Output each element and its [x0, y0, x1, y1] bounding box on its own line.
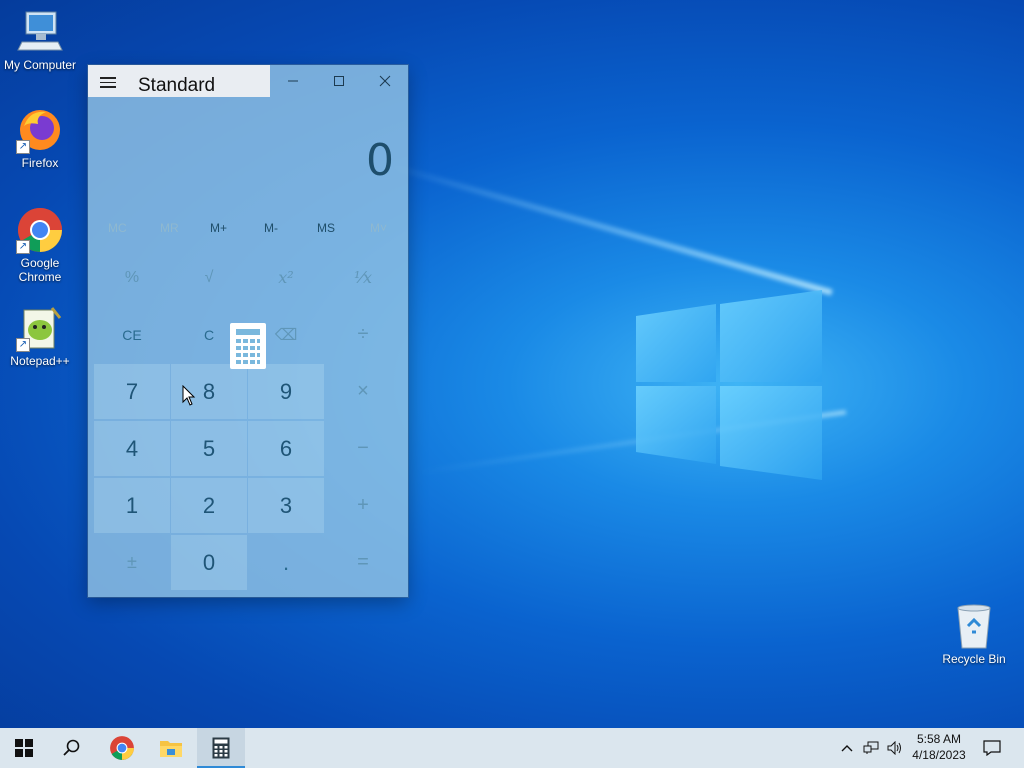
clear-entry-button[interactable]: CE — [94, 307, 170, 362]
memory-store-button[interactable]: MS — [317, 221, 335, 235]
memory-recall-button[interactable]: MR — [160, 221, 179, 235]
calculator-window[interactable]: Standard 0 MC MR M+ M- MS M˅ % √ x² ¹⁄x … — [88, 65, 408, 597]
memory-list-button[interactable]: M˅ — [370, 221, 387, 235]
digit-4-button[interactable]: 4 — [94, 421, 170, 476]
calculator-icon — [212, 737, 230, 759]
equals-button[interactable]: = — [325, 535, 401, 590]
minimize-button[interactable] — [270, 65, 316, 97]
square-root-button[interactable]: √ — [171, 250, 247, 305]
computer-icon — [16, 8, 64, 56]
mouse-cursor-icon — [182, 385, 196, 406]
taskbar-clock[interactable]: 5:58 AM 4/18/2023 — [906, 731, 972, 763]
percent-button[interactable]: % — [94, 250, 170, 305]
calculator-mode-title: Standard — [138, 75, 216, 96]
digit-0-button[interactable]: 0 — [171, 535, 247, 590]
minimize-icon — [288, 80, 298, 82]
desktop-icon-recycle-bin[interactable]: Recycle Bin — [934, 602, 1014, 666]
digit-1-button[interactable]: 1 — [94, 478, 170, 533]
maximize-icon — [334, 76, 344, 86]
notification-icon — [983, 740, 1001, 756]
memory-clear-button[interactable]: MC — [108, 221, 127, 235]
chrome-icon: ↗ — [16, 206, 64, 254]
network-icon — [863, 741, 879, 754]
show-hidden-icons-button[interactable] — [836, 728, 858, 768]
desktop-icon-label: My Computer — [3, 58, 77, 72]
taskbar-file-explorer-button[interactable] — [147, 728, 195, 768]
plus-button[interactable]: + — [325, 478, 401, 533]
taskbar: 5:58 AM 4/18/2023 — [0, 728, 1024, 768]
action-center-button[interactable] — [978, 728, 1006, 768]
reciprocal-button[interactable]: ¹⁄x — [325, 250, 401, 305]
clock-time: 5:58 AM — [916, 732, 962, 746]
negate-button[interactable]: ± — [94, 535, 170, 590]
multiply-button[interactable]: × — [325, 364, 401, 419]
desktop-icon-google-chrome[interactable]: ↗ Google Chrome — [0, 206, 80, 284]
desktop-icon-notepad-plus-plus[interactable]: ↗ Notepad++ — [0, 304, 80, 368]
clock-date: 4/18/2023 — [912, 748, 966, 762]
volume-button[interactable] — [884, 728, 906, 768]
square-button[interactable]: x² — [248, 250, 324, 305]
chevron-up-icon — [841, 745, 853, 752]
calculator-display: 0 — [366, 135, 394, 186]
digit-3-button[interactable]: 3 — [248, 478, 324, 533]
windows-logo-wallpaper — [636, 290, 822, 480]
calculator-splash-icon — [230, 323, 266, 369]
desktop-icon-label: Google Chrome — [18, 256, 62, 284]
search-button[interactable] — [48, 728, 96, 768]
windows-start-icon — [15, 739, 33, 757]
folder-icon — [160, 741, 182, 757]
desktop-icon-my-computer[interactable]: My Computer — [0, 8, 80, 72]
chrome-icon — [110, 736, 134, 760]
digit-7-button[interactable]: 7 — [94, 364, 170, 419]
search-icon — [63, 739, 80, 756]
close-button[interactable] — [362, 65, 408, 97]
digit-6-button[interactable]: 6 — [248, 421, 324, 476]
wallpaper-light-beam — [379, 160, 833, 296]
backspace-icon: ⌫ — [274, 326, 298, 344]
hamburger-menu-icon[interactable] — [100, 77, 116, 88]
firefox-icon: ↗ — [16, 106, 64, 154]
desktop-icon-label: Recycle Bin — [942, 652, 1006, 666]
digit-5-button[interactable]: 5 — [171, 421, 247, 476]
minus-button[interactable]: − — [325, 421, 401, 476]
digit-2-button[interactable]: 2 — [171, 478, 247, 533]
taskbar-chrome-button[interactable] — [98, 728, 146, 768]
speaker-icon — [887, 741, 901, 755]
digit-9-button[interactable]: 9 — [248, 364, 324, 419]
close-icon — [379, 75, 391, 87]
notepadplusplus-icon: ↗ — [16, 304, 64, 352]
maximize-button[interactable] — [316, 65, 362, 97]
divide-button[interactable]: ÷ — [325, 307, 401, 362]
shortcut-arrow-icon: ↗ — [16, 140, 30, 154]
network-status-button[interactable] — [860, 728, 882, 768]
desktop-icon-label: Notepad++ — [10, 354, 70, 368]
memory-add-button[interactable]: M+ — [210, 221, 227, 235]
desktop-icon-firefox[interactable]: ↗ Firefox — [0, 106, 80, 170]
memory-subtract-button[interactable]: M- — [264, 221, 278, 235]
taskbar-calculator-button[interactable] — [197, 728, 245, 768]
shortcut-arrow-icon: ↗ — [16, 240, 30, 254]
shortcut-arrow-icon: ↗ — [16, 338, 30, 352]
recycle-bin-icon — [950, 602, 998, 650]
calculator-titlebar[interactable]: Standard — [88, 65, 408, 97]
desktop-icon-label: Firefox — [21, 156, 59, 170]
start-button[interactable] — [0, 728, 48, 768]
decimal-button[interactable]: . — [248, 535, 324, 590]
